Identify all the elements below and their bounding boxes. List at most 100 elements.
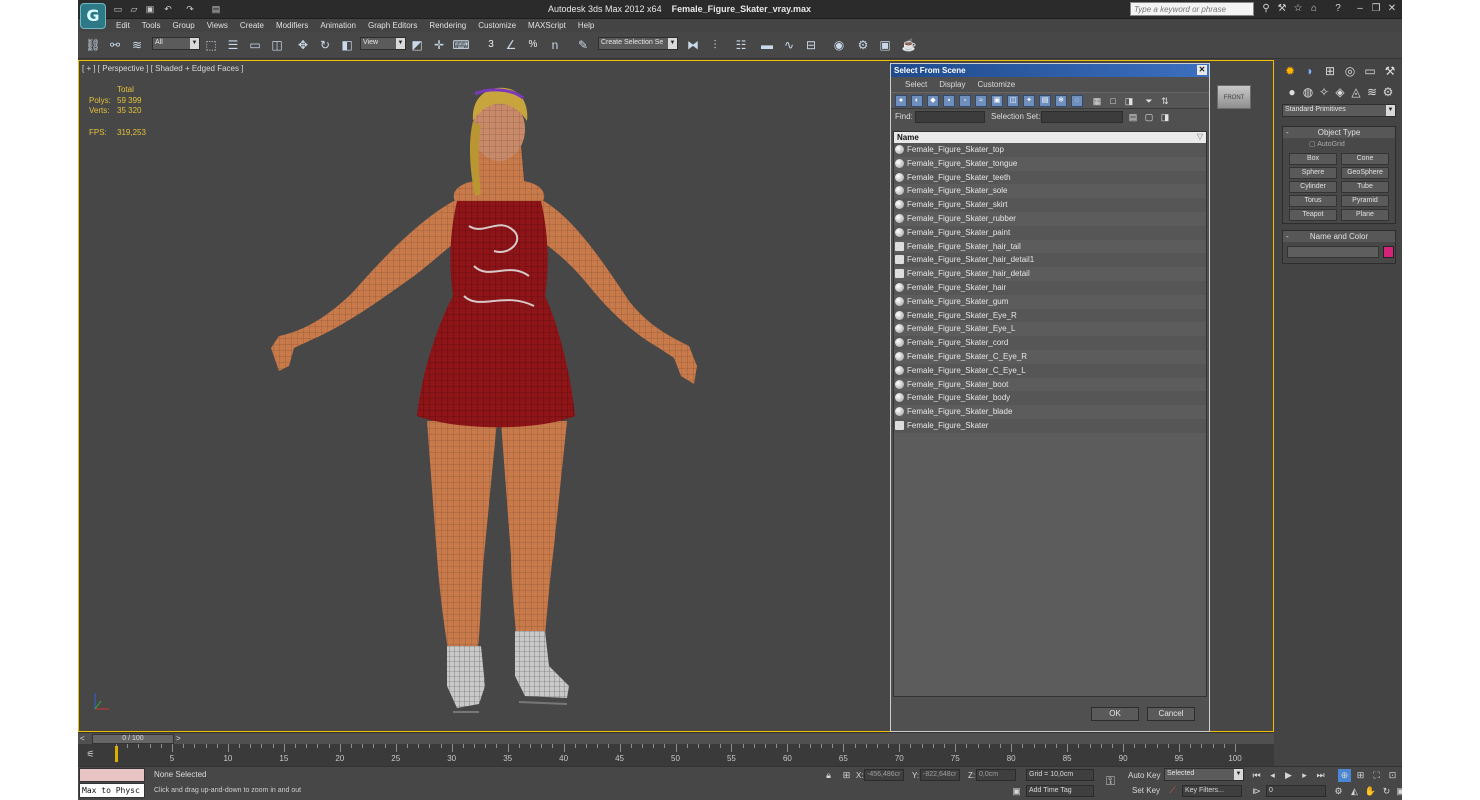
- communication-center-icon[interactable]: ⚒: [1276, 3, 1288, 15]
- time-slider-thumb[interactable]: 0 / 100: [92, 734, 174, 744]
- find-input[interactable]: [915, 111, 985, 123]
- time-tag-icon[interactable]: ▣: [1010, 785, 1023, 798]
- tube-button[interactable]: Tube: [1341, 181, 1389, 193]
- next-frame-icon[interactable]: ▸: [1298, 769, 1311, 782]
- display-cameras-icon[interactable]: ▪: [943, 95, 955, 107]
- new-file-icon[interactable]: ▭: [112, 3, 124, 15]
- list-item[interactable]: Female_Figure_Skater_cord: [894, 336, 1206, 350]
- spacewarps-category-icon[interactable]: ≋: [1364, 84, 1380, 100]
- ok-button[interactable]: OK: [1091, 707, 1139, 721]
- list-item[interactable]: Female_Figure_Skater_C_Eye_L: [894, 363, 1206, 378]
- helpers-category-icon[interactable]: ◬: [1348, 84, 1364, 100]
- list-item[interactable]: Female_Figure_Skater_hair_tail: [894, 240, 1206, 254]
- object-name-input[interactable]: [1287, 246, 1379, 258]
- list-item[interactable]: Female_Figure_Skater: [894, 418, 1206, 433]
- list-item[interactable]: Female_Figure_Skater_C_Eye_R: [894, 350, 1206, 364]
- shapes-category-icon[interactable]: ◍: [1300, 84, 1316, 100]
- object-type-header[interactable]: - Object Type: [1283, 127, 1395, 138]
- list-header[interactable]: Name ▽: [894, 132, 1206, 143]
- key-icon[interactable]: ⚿: [1104, 775, 1117, 788]
- menu-group[interactable]: Group: [166, 19, 200, 32]
- set-key-button[interactable]: Set Key: [1132, 786, 1160, 795]
- selection-filter-dropdown[interactable]: All ▼: [152, 37, 200, 50]
- rendered-frame-window-icon[interactable]: ▣: [876, 36, 894, 54]
- zoom-extents-all-icon[interactable]: ⊡: [1386, 769, 1399, 782]
- key-mode-toggle-icon[interactable]: ⧐: [1250, 785, 1263, 798]
- teapot-button[interactable]: Teapot: [1289, 209, 1337, 221]
- go-to-end-icon[interactable]: ⏭: [1314, 769, 1327, 782]
- select-none-icon[interactable]: ▢: [1143, 111, 1155, 123]
- geometry-category-icon[interactable]: ●: [1284, 84, 1300, 100]
- current-frame-field[interactable]: 0: [1266, 785, 1326, 797]
- link-icon[interactable]: ⛓: [84, 36, 102, 54]
- display-containers-icon[interactable]: ▤: [1039, 95, 1051, 107]
- maxscript-mini-listener-top[interactable]: [79, 768, 145, 782]
- close-icon[interactable]: ✕: [1197, 65, 1207, 75]
- object-list[interactable]: Name ▽ Female_Figure_Skater_top Female_Fi…: [893, 131, 1207, 697]
- previous-frame-icon[interactable]: ◂: [1266, 769, 1279, 782]
- cameras-category-icon[interactable]: ◈: [1332, 84, 1348, 100]
- zoom-icon[interactable]: ⊕: [1338, 769, 1351, 782]
- app-menu-button[interactable]: G: [80, 3, 106, 29]
- dialog-menu-customize[interactable]: Customize: [971, 77, 1021, 92]
- material-editor-icon[interactable]: ◉: [830, 36, 848, 54]
- display-invert-icon[interactable]: ◨: [1123, 95, 1135, 107]
- autogrid-checkbox[interactable]: ▢ AutoGrid: [1309, 140, 1345, 148]
- list-item[interactable]: Female_Figure_Skater_Eye_L: [894, 322, 1206, 336]
- selection-set-dropdown[interactable]: [1041, 111, 1123, 123]
- field-of-view-icon[interactable]: ◭: [1348, 785, 1361, 798]
- list-item[interactable]: Female_Figure_Skater_Eye_R: [894, 308, 1206, 323]
- reference-coordinate-dropdown[interactable]: View ▼: [360, 37, 406, 50]
- community-icon[interactable]: ⌂: [1308, 3, 1320, 15]
- object-color-swatch[interactable]: [1383, 246, 1394, 258]
- maximize-viewport-icon[interactable]: ▣: [1394, 785, 1402, 798]
- go-to-start-icon[interactable]: ⏮: [1250, 769, 1263, 782]
- menu-modifiers[interactable]: Modifiers: [270, 19, 314, 32]
- display-lights-icon[interactable]: ◆: [927, 95, 939, 107]
- geosphere-button[interactable]: GeoSphere: [1341, 167, 1389, 179]
- menu-help[interactable]: Help: [572, 19, 600, 32]
- scale-icon[interactable]: ◧: [338, 36, 356, 54]
- zoom-extents-icon[interactable]: ⛶: [1370, 769, 1383, 782]
- track-bar[interactable]: ⚟ 05101520253035404550556065707580859095…: [78, 744, 1274, 766]
- window-crossing-icon[interactable]: ◫: [268, 36, 286, 54]
- column-filter-icon[interactable]: ▽: [1197, 132, 1203, 141]
- cylinder-button[interactable]: Cylinder: [1289, 181, 1337, 193]
- menu-rendering[interactable]: Rendering: [423, 19, 472, 32]
- list-item[interactable]: Female_Figure_Skater_paint: [894, 225, 1206, 240]
- layer-manager-icon[interactable]: ☷: [732, 36, 750, 54]
- display-none-icon[interactable]: □: [1107, 95, 1119, 107]
- cancel-button[interactable]: Cancel: [1147, 707, 1195, 721]
- create-panel-icon[interactable]: ✹: [1282, 63, 1298, 79]
- edit-named-selection-icon[interactable]: ✎: [574, 36, 592, 54]
- list-item[interactable]: Female_Figure_Skater_blade: [894, 405, 1206, 419]
- bind-space-warp-icon[interactable]: ≋: [128, 36, 146, 54]
- utilities-panel-icon[interactable]: ⚒: [1382, 63, 1398, 79]
- hierarchy-panel-icon[interactable]: ⊞: [1322, 63, 1338, 79]
- select-by-name-icon[interactable]: ☰: [224, 36, 242, 54]
- menu-maxscript[interactable]: MAXScript: [522, 19, 572, 32]
- time-configuration-icon[interactable]: ⚙: [1332, 785, 1345, 798]
- time-slider-next[interactable]: >: [176, 734, 181, 743]
- curve-editor-icon[interactable]: ∿: [780, 36, 798, 54]
- mini-curve-editor-icon[interactable]: ⚟: [84, 748, 97, 761]
- box-button[interactable]: Box: [1289, 153, 1337, 165]
- add-time-tag-button[interactable]: Add Time Tag: [1026, 785, 1094, 797]
- list-item[interactable]: Female_Figure_Skater_top: [894, 143, 1206, 157]
- render-setup-icon[interactable]: ⚙: [854, 36, 872, 54]
- motion-panel-icon[interactable]: ◎: [1342, 63, 1358, 79]
- save-file-icon[interactable]: ▣: [144, 3, 156, 15]
- display-geometry-icon[interactable]: ●: [895, 95, 907, 107]
- favorites-icon[interactable]: ☆: [1292, 3, 1304, 15]
- systems-category-icon[interactable]: ⚙: [1380, 84, 1396, 100]
- display-panel-icon[interactable]: ▭: [1362, 63, 1378, 79]
- list-item[interactable]: Female_Figure_Skater_hair_detail: [894, 267, 1206, 281]
- close-icon[interactable]: ✕: [1386, 3, 1398, 15]
- help-icon[interactable]: ?: [1332, 3, 1344, 15]
- name-and-color-header[interactable]: - Name and Color: [1283, 231, 1395, 242]
- pan-view-icon[interactable]: ✋: [1364, 785, 1377, 798]
- mirror-icon[interactable]: ⧓: [684, 36, 702, 54]
- list-item[interactable]: Female_Figure_Skater_body: [894, 391, 1206, 406]
- viewport-label[interactable]: [ + ] [ Perspective ] [ Shaded + Edged F…: [82, 64, 243, 73]
- list-item[interactable]: Female_Figure_Skater_teeth: [894, 170, 1206, 185]
